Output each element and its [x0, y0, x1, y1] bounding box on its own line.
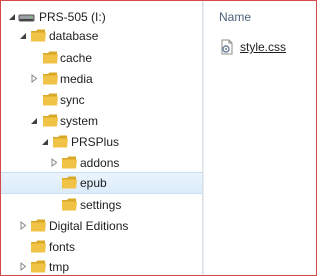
tree-item-database[interactable]: database — [1, 25, 202, 47]
collapse-arrow-icon[interactable] — [18, 31, 27, 40]
folder-icon — [52, 134, 69, 149]
folder-icon — [30, 218, 47, 233]
folder-icon — [30, 239, 47, 254]
tree-item-tmp[interactable]: tmp — [1, 256, 202, 275]
tree-item-label: tmp — [49, 260, 70, 274]
expand-arrow-icon[interactable] — [18, 262, 27, 271]
folder-icon — [42, 92, 59, 107]
file-list-pane: Name style.css — [205, 1, 316, 275]
drive-icon — [18, 11, 35, 23]
collapse-arrow-icon[interactable] — [7, 12, 16, 21]
tree-item-label: addons — [80, 156, 120, 170]
folder-icon — [42, 50, 59, 65]
tree-item-system[interactable]: system — [1, 110, 202, 132]
tree-item-sync[interactable]: sync — [1, 89, 202, 111]
folder-icon — [30, 259, 47, 274]
expand-arrow-icon[interactable] — [29, 74, 38, 83]
expand-arrow-icon[interactable] — [49, 158, 58, 167]
pane-splitter[interactable] — [202, 1, 204, 275]
folder-icon — [42, 113, 59, 128]
tree-item-label: Digital Editions — [49, 219, 129, 233]
expand-arrow-icon[interactable] — [18, 221, 27, 230]
tree-item-prsplus[interactable]: PRSPlus — [1, 131, 202, 153]
tree-item-fonts[interactable]: fonts — [1, 236, 202, 258]
tree-item-addons[interactable]: addons — [1, 152, 202, 174]
tree-item-label: media — [60, 72, 93, 86]
collapse-arrow-icon[interactable] — [40, 137, 49, 146]
tree-item-label: sync — [60, 93, 85, 107]
collapse-arrow-icon[interactable] — [29, 116, 38, 125]
navigation-tree[interactable]: PRS-505 (I:) database cache media sync s… — [1, 1, 202, 275]
file-name: style.css — [240, 40, 287, 54]
folder-icon — [42, 71, 59, 86]
tree-item-label: system — [60, 114, 99, 128]
file-item[interactable]: style.css — [219, 38, 286, 56]
tree-item-digital-editions[interactable]: Digital Editions — [1, 215, 202, 237]
tree-item-label: fonts — [49, 240, 76, 254]
tree-item-cache[interactable]: cache — [1, 47, 202, 69]
folder-icon — [30, 28, 47, 43]
tree-item-label: cache — [60, 51, 93, 65]
tree-item-epub[interactable]: epub — [1, 172, 202, 194]
css-file-icon — [219, 39, 235, 55]
column-header-name[interactable]: Name — [219, 10, 251, 24]
explorer-window: PRS-505 (I:) database cache media sync s… — [0, 0, 317, 276]
tree-item-label: database — [49, 29, 99, 43]
folder-icon — [61, 155, 78, 170]
tree-item-label: settings — [80, 198, 122, 212]
tree-item-settings[interactable]: settings — [1, 194, 202, 216]
folder-icon — [61, 197, 78, 212]
tree-item-label: PRSPlus — [71, 135, 120, 149]
tree-item-label: PRS-505 (I:) — [39, 10, 106, 24]
folder-icon — [61, 175, 78, 190]
tree-item-media[interactable]: media — [1, 68, 202, 90]
tree-item-label: epub — [80, 176, 107, 190]
